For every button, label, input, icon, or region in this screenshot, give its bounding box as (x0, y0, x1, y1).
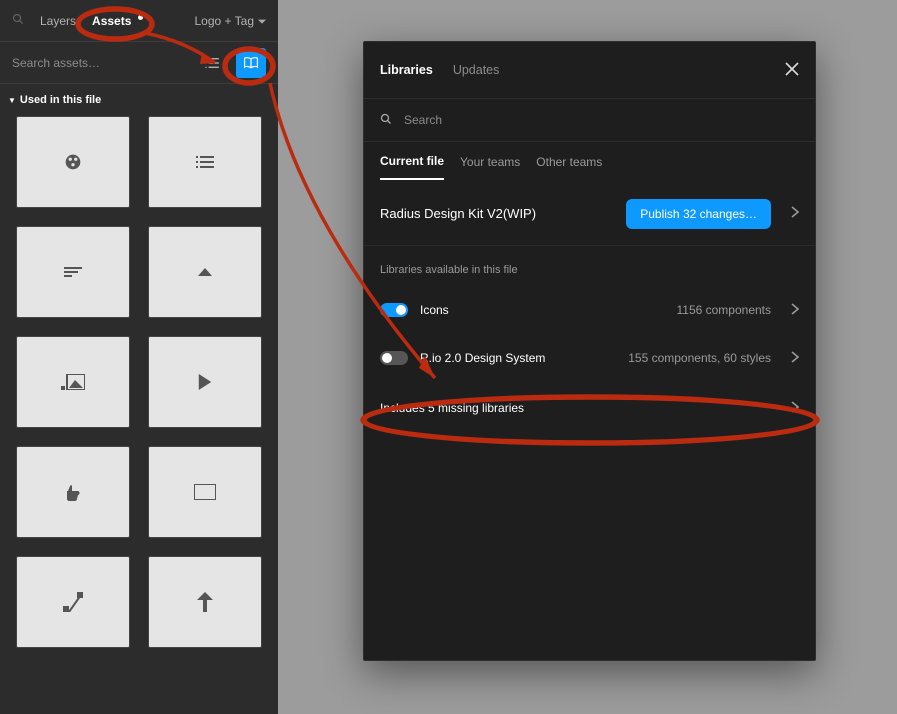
library-button[interactable] (236, 48, 266, 78)
asset-tile[interactable] (16, 336, 130, 428)
missing-libraries-row[interactable]: Includes 5 missing libraries (364, 384, 815, 432)
library-row[interactable]: Icons 1156 components (364, 286, 815, 334)
search-icon[interactable] (12, 13, 24, 28)
tab-assets-label: Assets (92, 14, 131, 28)
libraries-modal: Libraries Updates Current file Your team… (363, 41, 816, 661)
available-heading: Libraries available in this file (364, 246, 815, 286)
chevron-right-icon[interactable] (791, 303, 799, 318)
chevron-right-icon (791, 401, 799, 416)
subtab-current-file[interactable]: Current file (380, 154, 444, 180)
subtab-other-teams[interactable]: Other teams (536, 155, 602, 179)
library-meta: 1156 components (676, 303, 771, 317)
close-icon[interactable] (785, 62, 799, 79)
modal-tab-updates[interactable]: Updates (453, 63, 500, 77)
publish-button[interactable]: Publish 32 changes… (626, 199, 771, 229)
chevron-right-icon[interactable] (791, 206, 799, 221)
asset-grid (0, 116, 278, 648)
asset-tile[interactable] (16, 226, 130, 318)
caret-down-icon[interactable]: ▼ (8, 96, 16, 105)
dot-icon (138, 15, 143, 20)
tab-assets[interactable]: Assets (92, 14, 143, 28)
current-file-name: Radius Design Kit V2(WIP) (380, 206, 614, 221)
subtab-your-teams[interactable]: Your teams (460, 155, 520, 179)
library-meta: 155 components, 60 styles (628, 351, 771, 365)
section-used-in-file: Used in this file (20, 94, 101, 106)
modal-search-input[interactable] (404, 113, 799, 127)
chevron-down-icon (258, 14, 266, 28)
library-name: R.io 2.0 Design System (420, 351, 545, 365)
toggle-off[interactable] (380, 351, 408, 365)
library-name: Icons (420, 303, 449, 317)
asset-tile[interactable] (148, 116, 262, 208)
search-icon (380, 113, 392, 128)
asset-tile[interactable] (16, 116, 130, 208)
asset-tile[interactable] (148, 446, 262, 538)
asset-tile[interactable] (16, 556, 130, 648)
toggle-on[interactable] (380, 303, 408, 317)
frame-dropdown[interactable]: Logo + Tag (194, 14, 266, 28)
asset-tile[interactable] (148, 556, 262, 648)
chevron-right-icon[interactable] (791, 351, 799, 366)
search-input[interactable] (12, 56, 188, 70)
asset-tile[interactable] (16, 446, 130, 538)
list-view-icon[interactable] (198, 49, 226, 77)
library-row[interactable]: R.io 2.0 Design System 155 components, 6… (364, 334, 815, 382)
modal-tab-libraries[interactable]: Libraries (380, 63, 433, 77)
tab-layers[interactable]: Layers (40, 14, 76, 28)
frame-dropdown-label: Logo + Tag (194, 14, 254, 28)
missing-libraries-label: Includes 5 missing libraries (380, 401, 524, 415)
asset-tile[interactable] (148, 226, 262, 318)
asset-tile[interactable] (148, 336, 262, 428)
